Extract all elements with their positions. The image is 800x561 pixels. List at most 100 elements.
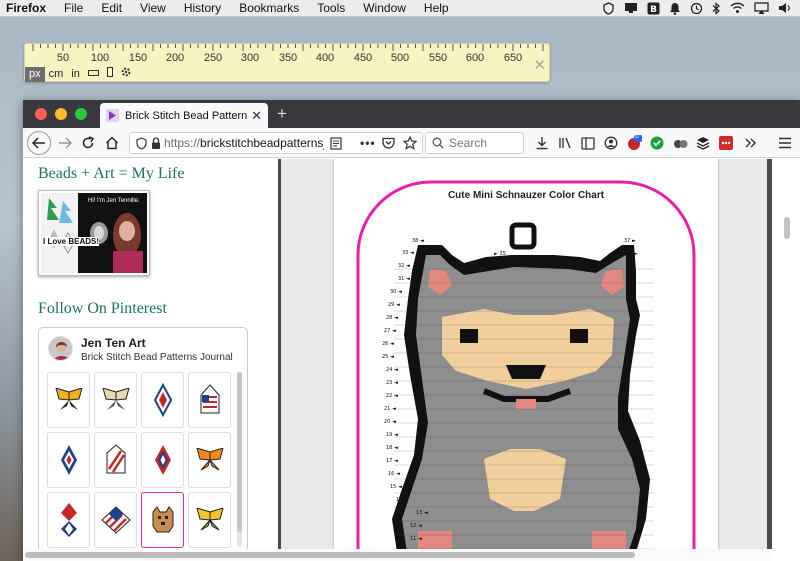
volume-icon[interactable] <box>778 2 792 14</box>
time-machine-icon[interactable] <box>690 2 703 15</box>
new-tab-button[interactable]: + <box>277 103 287 125</box>
search-input[interactable]: Search <box>425 132 524 154</box>
home-button[interactable] <box>102 133 122 153</box>
back-button[interactable] <box>27 131 51 155</box>
account-icon[interactable] <box>601 133 621 153</box>
svg-text:11 ◄: 11 ◄ <box>410 536 422 542</box>
pin-thumbnail[interactable] <box>47 372 90 428</box>
menu-window[interactable]: Window <box>354 0 415 17</box>
flag-pattern-icon <box>100 506 131 534</box>
pin-thumbnail[interactable] <box>188 432 231 488</box>
zoom-window-button[interactable] <box>75 108 87 120</box>
bell-icon[interactable] <box>669 2 681 15</box>
bookmark-star-icon[interactable] <box>402 135 418 153</box>
svg-text:22 ◄: 22 ◄ <box>386 393 398 399</box>
pin-thumbnail[interactable] <box>141 492 184 548</box>
menu-bookmarks[interactable]: Bookmarks <box>230 0 308 17</box>
extension-badge-icon[interactable]: 0 <box>624 133 644 153</box>
forward-button[interactable] <box>55 133 75 153</box>
screen-ruler[interactable]: 50 100 150 200 250 300 350 400 450 500 5… <box>24 43 550 82</box>
menu-history[interactable]: History <box>175 0 230 17</box>
flag-pattern-icon <box>106 444 125 474</box>
pin-thumbnail[interactable] <box>141 432 184 488</box>
shield-icon[interactable] <box>136 137 147 153</box>
svg-text:18 ◄: 18 ◄ <box>386 445 398 451</box>
page-vertical-scrollbar[interactable] <box>772 159 800 561</box>
diamond-pattern-icon <box>60 445 77 475</box>
pin-thumbnail[interactable] <box>188 492 231 548</box>
reader-view-icon[interactable] <box>330 137 342 153</box>
url-bar[interactable]: https:// brickstitchbeadpatternsjournal.… <box>129 132 423 154</box>
ruler-number: 100 <box>90 52 110 64</box>
ruler-number: 600 <box>465 52 485 64</box>
page-horizontal-scrollbar[interactable] <box>23 549 772 561</box>
wifi-icon[interactable] <box>730 2 745 14</box>
site-favicon-icon <box>106 109 119 122</box>
pin-thumbnail[interactable] <box>141 372 184 428</box>
pin-grid-scrollbar[interactable] <box>237 372 242 547</box>
svg-text:12 ◄: 12 ◄ <box>410 523 422 529</box>
blog-sidebar: Beads + Art = My Life Hi! I'm Jen Tennil… <box>23 159 278 552</box>
library-icon[interactable] <box>555 133 575 153</box>
overflow-chevron-icon[interactable] <box>741 133 761 153</box>
spy-extension-icon[interactable] <box>670 133 690 153</box>
svg-text:16 ◄: 16 ◄ <box>388 471 400 477</box>
svg-text:37 ►: 37 ► <box>624 238 636 244</box>
pin-thumbnail[interactable] <box>94 432 137 488</box>
pdf-viewer[interactable]: Cute Mini Schnauzer Color Chart 38 ◄ 33 … <box>278 159 772 559</box>
pocket-icon[interactable] <box>382 137 395 152</box>
menu-view[interactable]: View <box>131 0 175 17</box>
pinterest-board-name[interactable]: Brick Stitch Bead Patterns Journal <box>81 352 233 363</box>
unit-px-button[interactable]: px <box>25 67 45 82</box>
url-host: brickstitchbeadpatternsjournal.com <box>200 136 324 150</box>
bold-b-icon[interactable]: B <box>647 2 660 15</box>
bluetooth-icon[interactable] <box>712 1 721 15</box>
svg-text:15 ◄: 15 ◄ <box>390 484 402 490</box>
pin-thumbnail[interactable] <box>47 432 90 488</box>
horizontal-orientation-icon[interactable] <box>84 67 103 82</box>
browser-window: Brick Stitch Bead Patterns Journal ✕ + h… <box>23 100 800 561</box>
pin-thumbnail[interactable] <box>188 372 231 428</box>
layers-icon[interactable] <box>693 133 713 153</box>
menu-file[interactable]: File <box>55 0 92 17</box>
green-check-icon[interactable] <box>647 133 667 153</box>
lock-icon[interactable] <box>151 137 161 153</box>
svg-text:21 ◄: 21 ◄ <box>384 406 396 412</box>
author-banner-image[interactable]: Hi! I'm Jen Tennille. I Love BEADS! <box>38 190 150 276</box>
ruler-number: 400 <box>315 52 335 64</box>
airplay-icon[interactable] <box>754 2 769 14</box>
screen-icon[interactable] <box>624 2 638 14</box>
vertical-orientation-icon[interactable] <box>103 67 117 82</box>
menu-tools[interactable]: Tools <box>308 0 354 17</box>
page-actions-icon[interactable]: ••• <box>360 136 376 150</box>
close-window-button[interactable] <box>35 108 47 120</box>
downloads-icon[interactable] <box>532 133 552 153</box>
pin-thumbnail[interactable] <box>94 492 137 548</box>
svg-text:28 ◄: 28 ◄ <box>386 315 398 321</box>
ruler-close-icon[interactable]: ✕ <box>533 56 546 74</box>
tab-close-icon[interactable]: ✕ <box>251 108 262 124</box>
unit-in-button[interactable]: in <box>67 67 84 82</box>
hamburger-menu-icon[interactable] <box>775 133 795 153</box>
reload-button[interactable] <box>78 133 98 153</box>
svg-text:25 ◄: 25 ◄ <box>382 354 394 360</box>
menu-help[interactable]: Help <box>415 0 458 17</box>
pinterest-widget[interactable]: Jen Ten Art Brick Stitch Bead Patterns J… <box>38 327 248 552</box>
window-controls <box>23 108 87 120</box>
menu-bar: Firefox File Edit View History Bookmarks… <box>0 0 800 17</box>
tab-active[interactable]: Brick Stitch Bead Patterns Journal ✕ <box>100 103 268 128</box>
minimize-window-button[interactable] <box>55 108 67 120</box>
gear-icon[interactable] <box>117 67 135 82</box>
svg-text:33 ◄: 33 ◄ <box>402 250 414 256</box>
unit-cm-button[interactable]: cm <box>45 67 68 82</box>
shield-status-icon[interactable] <box>602 1 615 15</box>
app-menu[interactable]: Firefox <box>0 0 55 17</box>
lastpass-icon[interactable] <box>716 133 736 153</box>
search-placeholder: Search <box>449 136 488 150</box>
pin-thumbnail[interactable] <box>94 372 137 428</box>
pinterest-profile-name[interactable]: Jen Ten Art <box>81 336 146 350</box>
avatar[interactable] <box>48 336 73 361</box>
menu-edit[interactable]: Edit <box>92 0 131 17</box>
sidebar-toggle-icon[interactable] <box>578 133 598 153</box>
pin-thumbnail[interactable] <box>47 492 90 548</box>
